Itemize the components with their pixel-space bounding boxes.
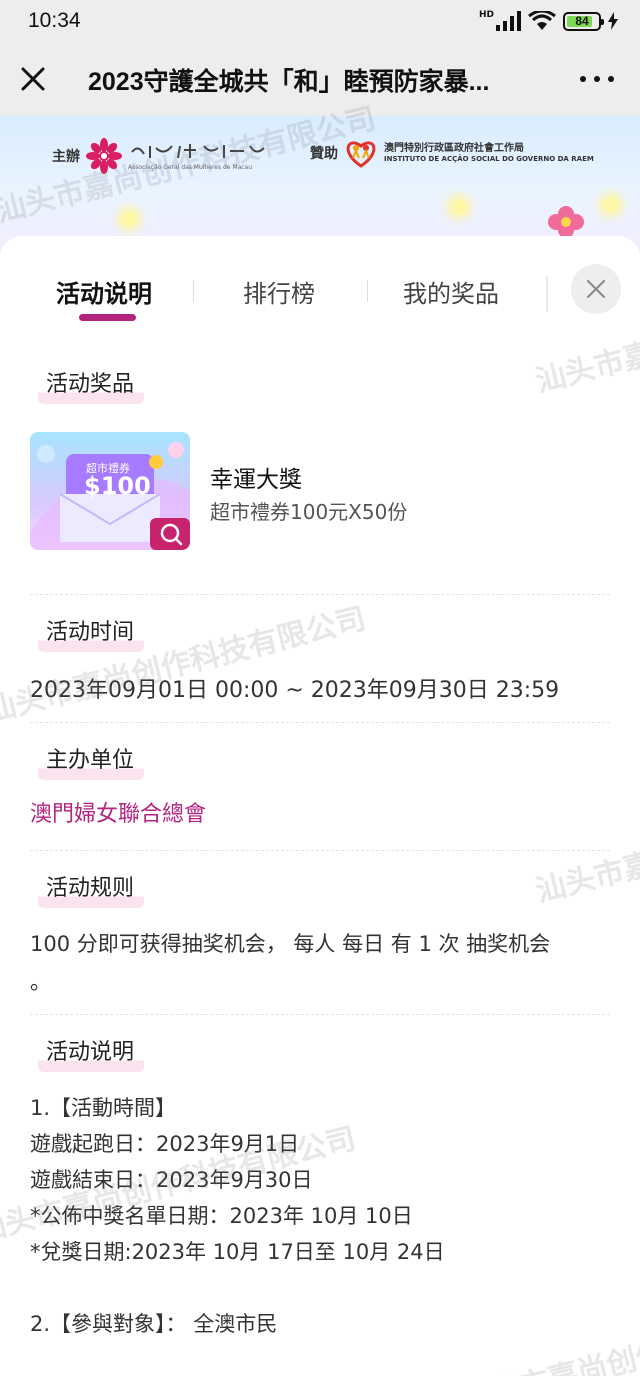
sparkle-decoration [604,198,618,212]
event-banner: 主辦 Associação Geral das Mulheres de Maca… [0,116,640,256]
hd-label: HD [478,10,494,20]
tab-separator [193,280,194,302]
section-title-time: 活动时间 [38,614,145,652]
wifi-icon [528,11,556,30]
status-time: 10:34 [28,9,81,32]
description-line: *公佈中獎名單日期：2023年 10月 10日 [30,1204,413,1228]
more-dot-icon [580,76,586,82]
voucher-amount: $100 [84,472,151,500]
prize-image[interactable]: 超市禮券 $100 [30,432,190,550]
description-line: 遊戲結束日：2023年9月30日 [30,1168,313,1192]
section-divider [30,594,610,595]
rules-text: 100 分即可获得抽奖机会， 每人 每日 有 1 次 抽奖机会 [30,932,551,956]
sponsor-label: 贊助 [310,146,338,162]
tab-leaderboard[interactable]: 排行榜 [243,274,315,309]
tab-bar: 活动说明 排行榜 我的奖品 [0,236,640,336]
description-line: 1.【活動時間】 [30,1096,177,1120]
host-org: 主辦 Associação Geral das Mulheres de Maca… [52,138,268,174]
host-logo-icon [86,138,122,174]
tab-my-prizes[interactable]: 我的奖品 [403,274,499,309]
organizer-link[interactable]: 澳門婦女聯合總會 [30,796,206,828]
activity-time-value: 2023年09月01日 00:00 ~ 2023年09月30日 23:59 [30,678,560,703]
section-title-description: 活动说明 [38,1034,145,1072]
more-dot-icon [608,76,614,82]
activity-panel: 活动说明 排行榜 我的奖品 活动奖品 超市禮券 $100 幸運大獎 超市禮券10… [0,236,640,1376]
signal-icon [496,11,521,31]
title-bar: 2023守護全城共「和」睦預防家暴... [0,42,640,116]
section-divider [30,722,610,723]
section-title-rules: 活动规则 [38,870,145,908]
page-title: 2023守護全城共「和」睦預防家暴... [88,68,490,96]
description-line: 遊戲起跑日：2023年9月1日 [30,1132,300,1156]
sponsor-org-name: 澳門特別行政區政府社會工作局 [384,143,524,154]
tab-scroll-edge [546,276,548,312]
more-dot-icon [594,76,600,82]
close-icon[interactable] [18,64,48,94]
section-divider [30,850,610,851]
host-org-calligraphy [131,143,265,158]
sparkle-decoration [122,212,136,226]
prize-description: 超市禮券100元X50份 [210,500,408,524]
section-divider [30,1014,610,1015]
description-line: 2.【參與對象】： 全澳市民 [30,1312,278,1336]
prize-name: 幸運大獎 [210,467,302,493]
description-line: *兌獎日期:2023年 10月 17日至 10月 24日 [30,1240,445,1264]
section-title-prizes: 活动奖品 [38,366,145,404]
sponsor-org-subtitle: INSTITUTO DE ACÇÃO SOCIAL DO GOVERNO DA … [384,155,594,163]
status-bar: 10:34 HD 84 [0,0,640,42]
charging-icon [608,12,618,30]
close-icon [587,280,605,298]
host-org-subtitle: Associação Geral das Mulheres de Macau [128,163,253,171]
tab-separator [367,280,368,302]
rules-text-end: 。 [30,970,51,994]
battery-level: 84 [575,14,589,28]
sponsor-org: 贊助 澳門特別行政區政府社會工作局 INSTITUTO DE ACÇÃO SOC… [310,138,594,168]
tab-activity-info[interactable]: 活动说明 [56,274,152,309]
active-tab-indicator [79,314,136,321]
more-options-button[interactable] [580,64,614,94]
battery-indicator: 84 [563,11,604,31]
sparkle-decoration [452,200,466,214]
sponsor-logo-icon [346,141,376,168]
status-icons: HD 84 [473,9,618,33]
panel-close-button[interactable] [571,264,621,314]
host-label: 主辦 [52,149,80,165]
section-title-organizer: 主办单位 [38,742,145,780]
